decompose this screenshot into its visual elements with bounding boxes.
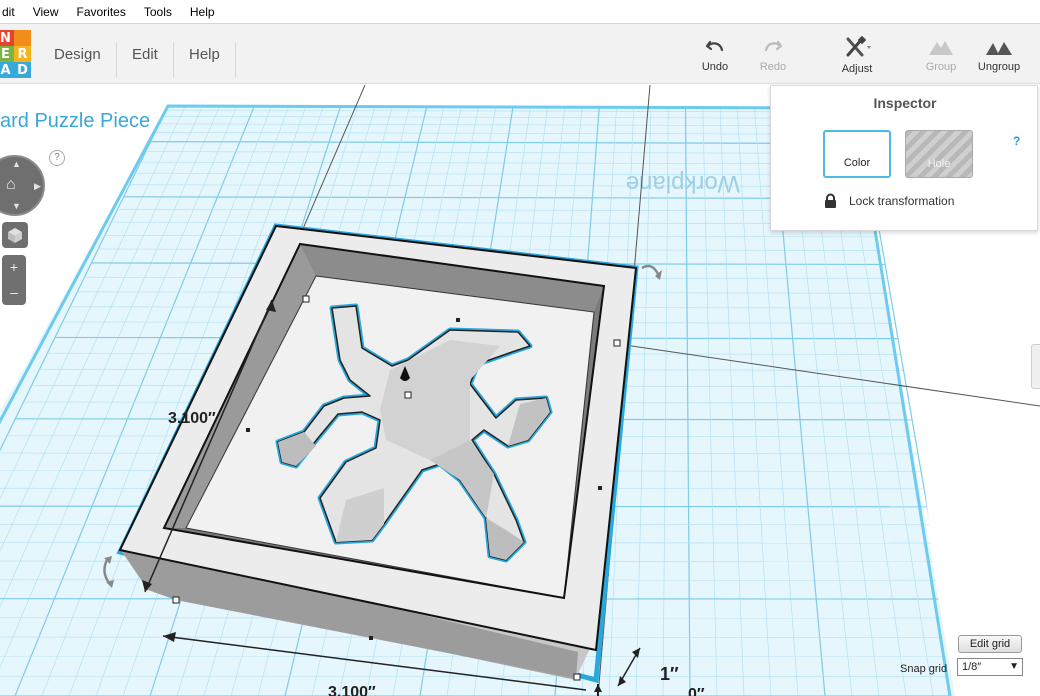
snap-grid-select[interactable]: 1/8″ ▼ [957,658,1023,676]
resize-handle[interactable] [404,391,412,399]
dimension-elevation-label[interactable]: 0″ [688,686,705,696]
logo-cell: N [0,30,14,46]
menu-view[interactable]: View [24,0,68,24]
lock-icon [825,193,836,208]
menu-favorites-label: Favorites [76,4,126,19]
adjust-tools-icon [846,36,871,57]
orbit-right-icon[interactable]: ▶ [34,181,41,192]
inspector-help-icon[interactable]: ? [1013,134,1020,148]
nav-help-label: Help [189,46,220,63]
resize-handle[interactable] [172,596,180,604]
nav-help[interactable]: Help [189,42,220,68]
chevron-down-icon: ▼ [1009,661,1019,672]
logo-cell: D [14,62,31,78]
app-toolbar: N E R A D Design Edit Help Undo Redo Adj… [0,24,1040,84]
group-button[interactable]: Group [911,36,971,73]
project-title[interactable]: ard Puzzle Piece [0,110,150,133]
cube-icon [8,228,22,243]
dimension-height-label[interactable]: 1″ [660,664,679,685]
snap-grid-value: 1/8″ [962,661,982,673]
help-icon[interactable]: ? [49,150,65,166]
menu-help-label: Help [189,4,215,19]
color-swatch[interactable]: Color [823,130,891,178]
menu-edit-label: dit [2,4,15,19]
orbit-down-icon[interactable]: ▼ [12,201,21,211]
logo-cell: E [0,46,14,62]
undo-label: Undo [701,61,729,73]
ungroup-button[interactable]: Ungroup [969,36,1029,73]
menu-bar: dit View Favorites Tools Help [0,0,1040,24]
snap-grid-label: Snap grid [900,663,948,675]
dimension-width-label[interactable]: 3.100″ [168,410,216,428]
resize-handle[interactable] [613,339,621,347]
menu-tools-label: Tools [143,4,172,19]
inspector-title: Inspector [873,95,937,111]
resize-handle[interactable] [573,673,581,681]
redo-icon [764,40,783,52]
zoom-out-button[interactable]: – [2,280,26,305]
color-label: Color [843,157,871,169]
zoom-control: + – [2,255,26,305]
tinkercad-logo[interactable]: N E R A D [0,30,31,78]
ungroup-icon [986,42,1012,55]
group-icon [929,41,953,55]
logo-cell [14,30,31,46]
edit-grid-button[interactable]: Edit grid [958,635,1022,653]
undo-button[interactable]: Undo [685,36,745,73]
nav-edit[interactable]: Edit [132,42,158,68]
ungroup-label: Ungroup [977,61,1021,73]
nav-divider [173,42,174,78]
resize-handle[interactable] [302,295,310,303]
menu-view-label: View [32,4,59,19]
menu-help[interactable]: Help [181,0,224,24]
adjust-button[interactable]: Adjust [827,36,887,75]
side-panel-toggle[interactable] [1031,344,1040,389]
lock-transformation-toggle[interactable]: Lock transformation [823,193,954,209]
hole-swatch[interactable]: Hole [905,130,973,178]
redo-label: Redo [759,61,787,73]
menu-tools[interactable]: Tools [135,0,181,24]
adjust-label: Adjust [841,63,873,75]
orbit-up-icon[interactable]: ▲ [12,159,21,169]
dimension-depth-label[interactable]: 3.100″ [328,684,376,696]
view-cube-button[interactable] [2,222,28,248]
redo-button[interactable]: Redo [743,36,803,73]
hole-label: Hole [927,158,951,170]
nav-divider [235,42,236,78]
menu-edit[interactable]: dit [0,0,24,24]
inspector-panel: Inspector Color Hole ? Lock transformati… [770,85,1038,231]
nav-design-label: Design [54,46,101,63]
zoom-in-button[interactable]: + [2,255,26,280]
nav-divider [116,42,117,78]
logo-cell: A [0,62,14,78]
menu-favorites[interactable]: Favorites [67,0,134,24]
nav-design[interactable]: Design [54,42,101,68]
lock-label: Lock transformation [849,194,955,208]
nav-edit-label: Edit [132,46,158,63]
logo-cell: R [14,46,31,62]
group-label: Group [925,61,957,73]
home-view-icon[interactable]: ⌂ [6,176,16,194]
undo-icon [705,40,724,52]
